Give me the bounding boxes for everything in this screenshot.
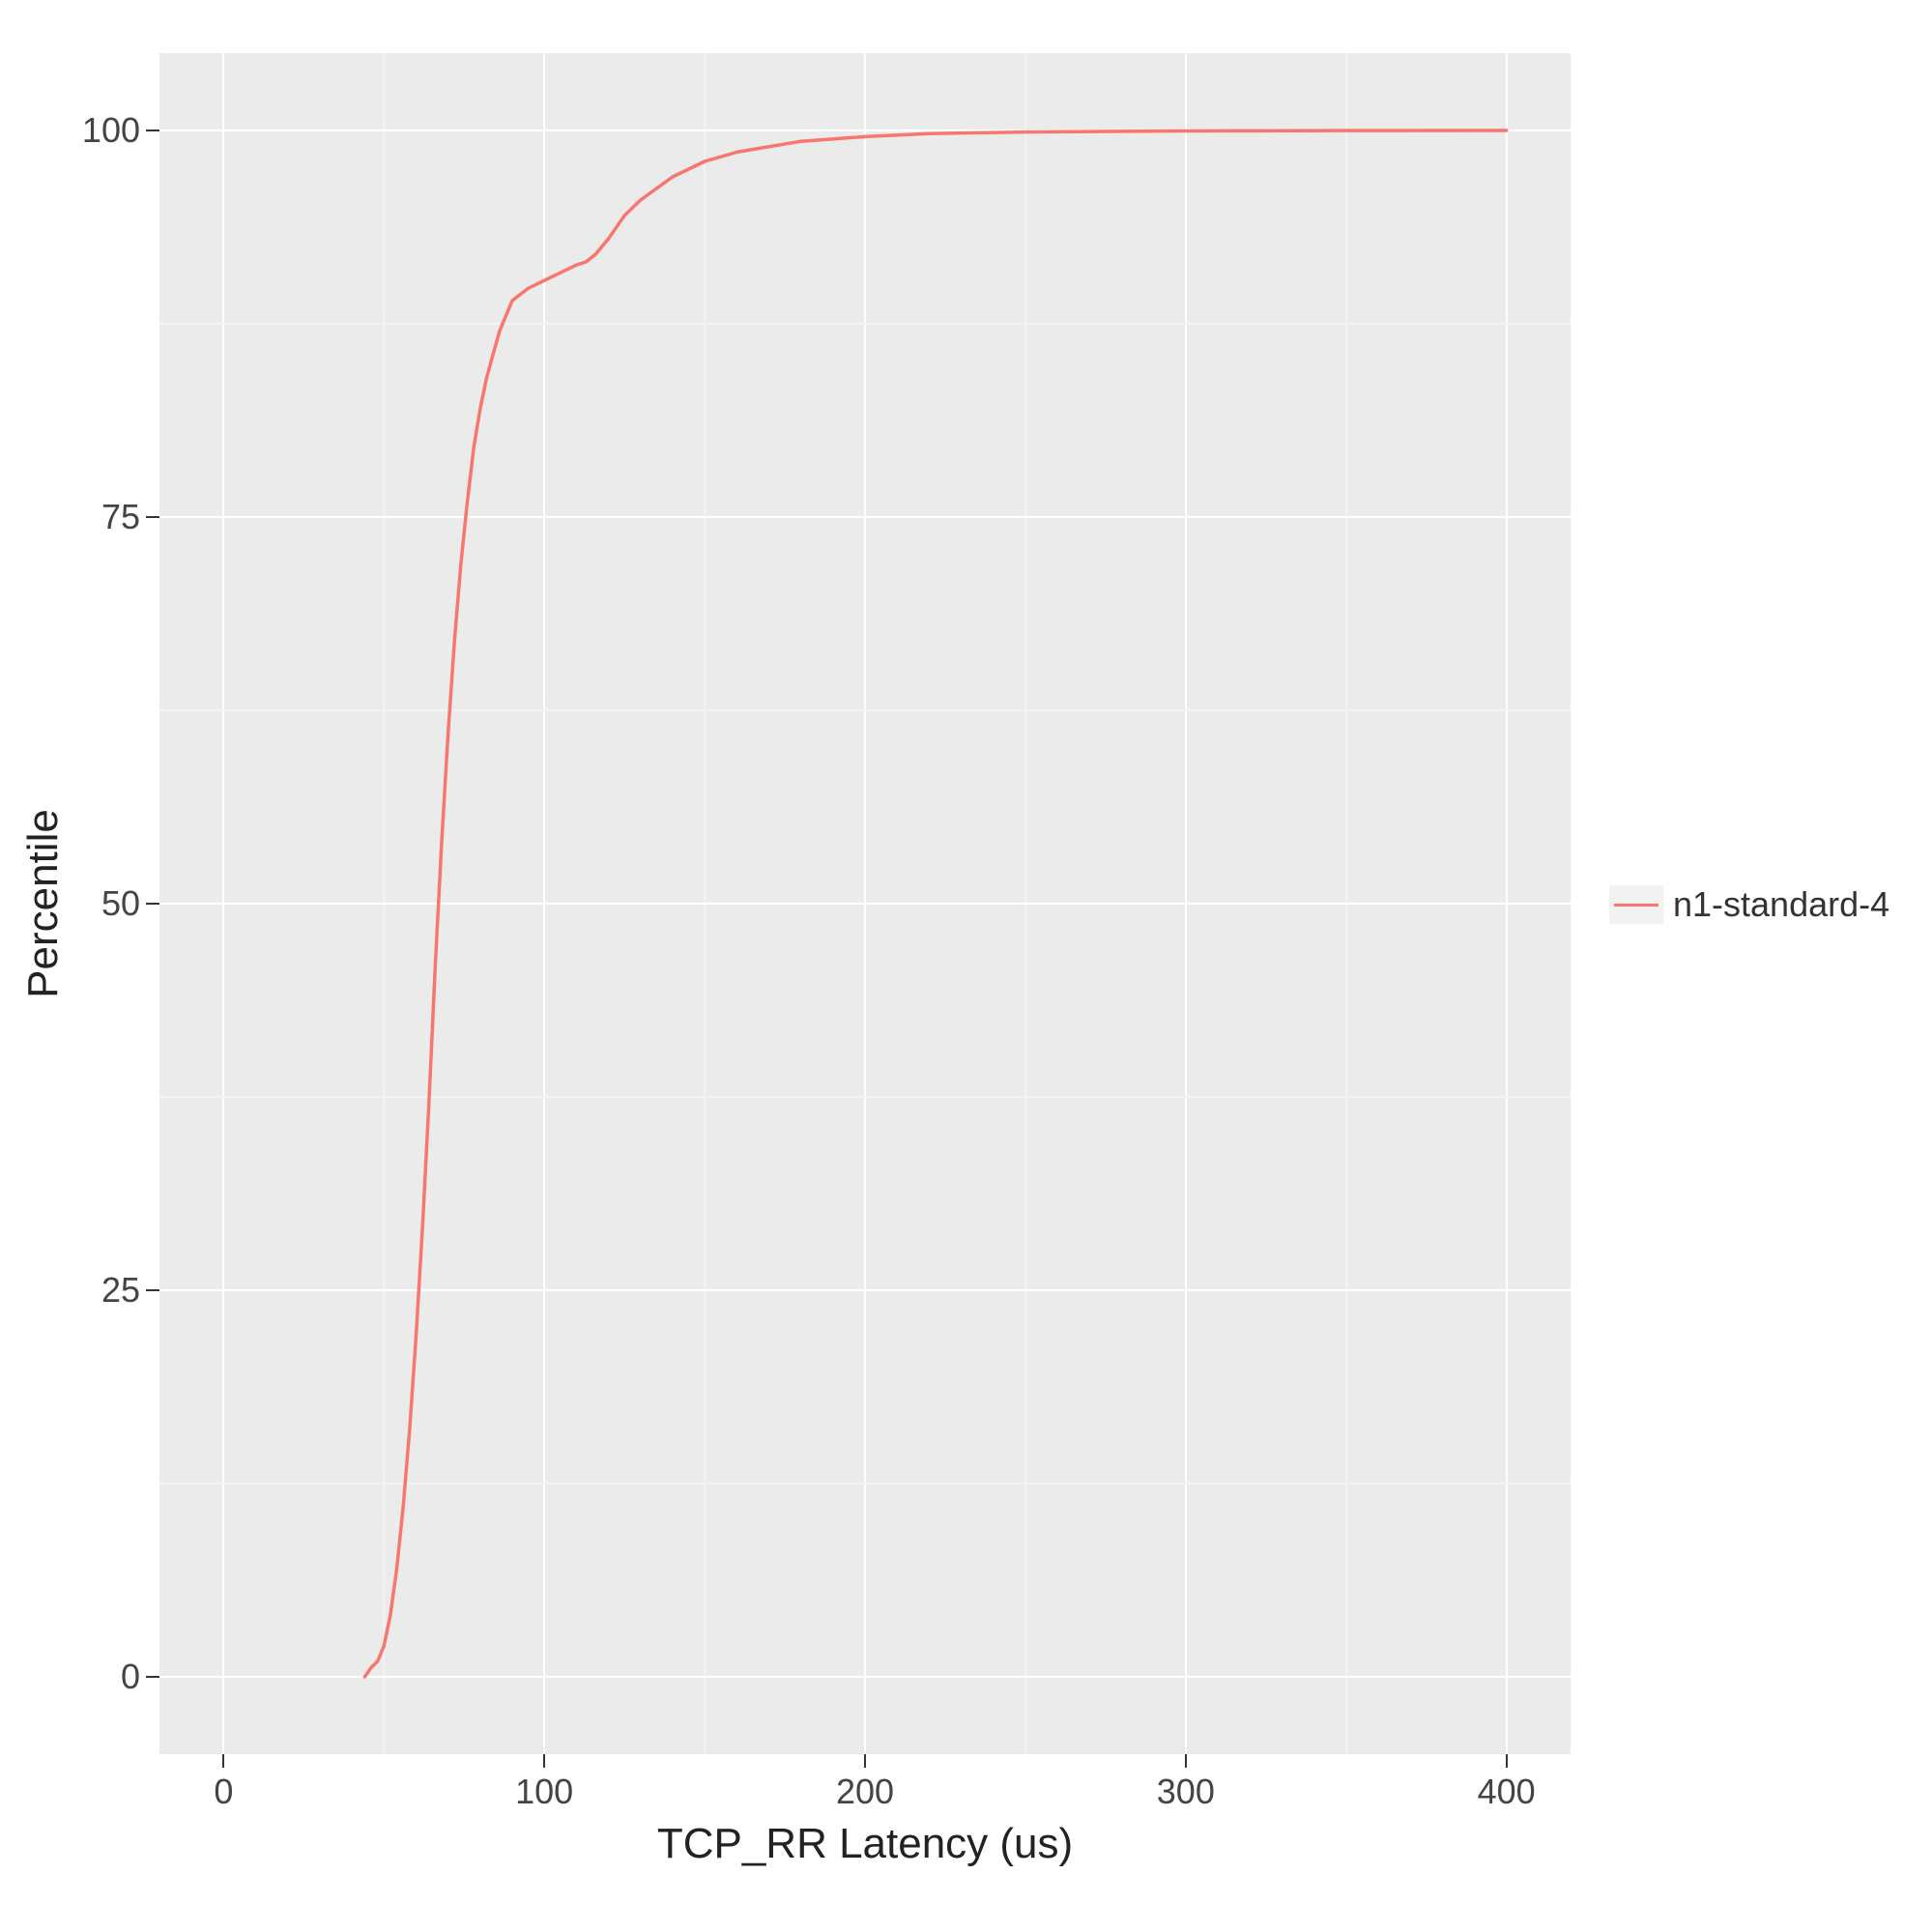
y-tick-label: 0 <box>121 1657 140 1697</box>
legend-label: n1-standard-4 <box>1673 884 1889 925</box>
legend: n1-standard-4 <box>1609 884 1889 925</box>
series-line <box>159 53 1571 1754</box>
x-tick-label: 400 <box>1478 1772 1536 1812</box>
y-tick-label: 100 <box>82 110 140 151</box>
legend-line-icon <box>1614 904 1658 907</box>
y-tick-label: 50 <box>101 883 140 924</box>
x-tick-label: 200 <box>836 1772 894 1812</box>
chart-stage: 0 100 200 300 400 0 25 50 75 100 TCP_RR Latency (… <box>0 0 1932 1932</box>
x-tick-label: 300 <box>1157 1772 1215 1812</box>
legend-swatch <box>1609 885 1663 924</box>
x-tick-label: 100 <box>515 1772 573 1812</box>
y-tick-label: 75 <box>101 497 140 537</box>
x-tick-label: 0 <box>214 1772 233 1812</box>
x-axis-title: TCP_RR Latency (us) <box>657 1820 1073 1868</box>
legend-item: n1-standard-4 <box>1609 884 1889 925</box>
y-tick-label: 25 <box>101 1270 140 1311</box>
y-axis-title: Percentile <box>19 809 68 998</box>
